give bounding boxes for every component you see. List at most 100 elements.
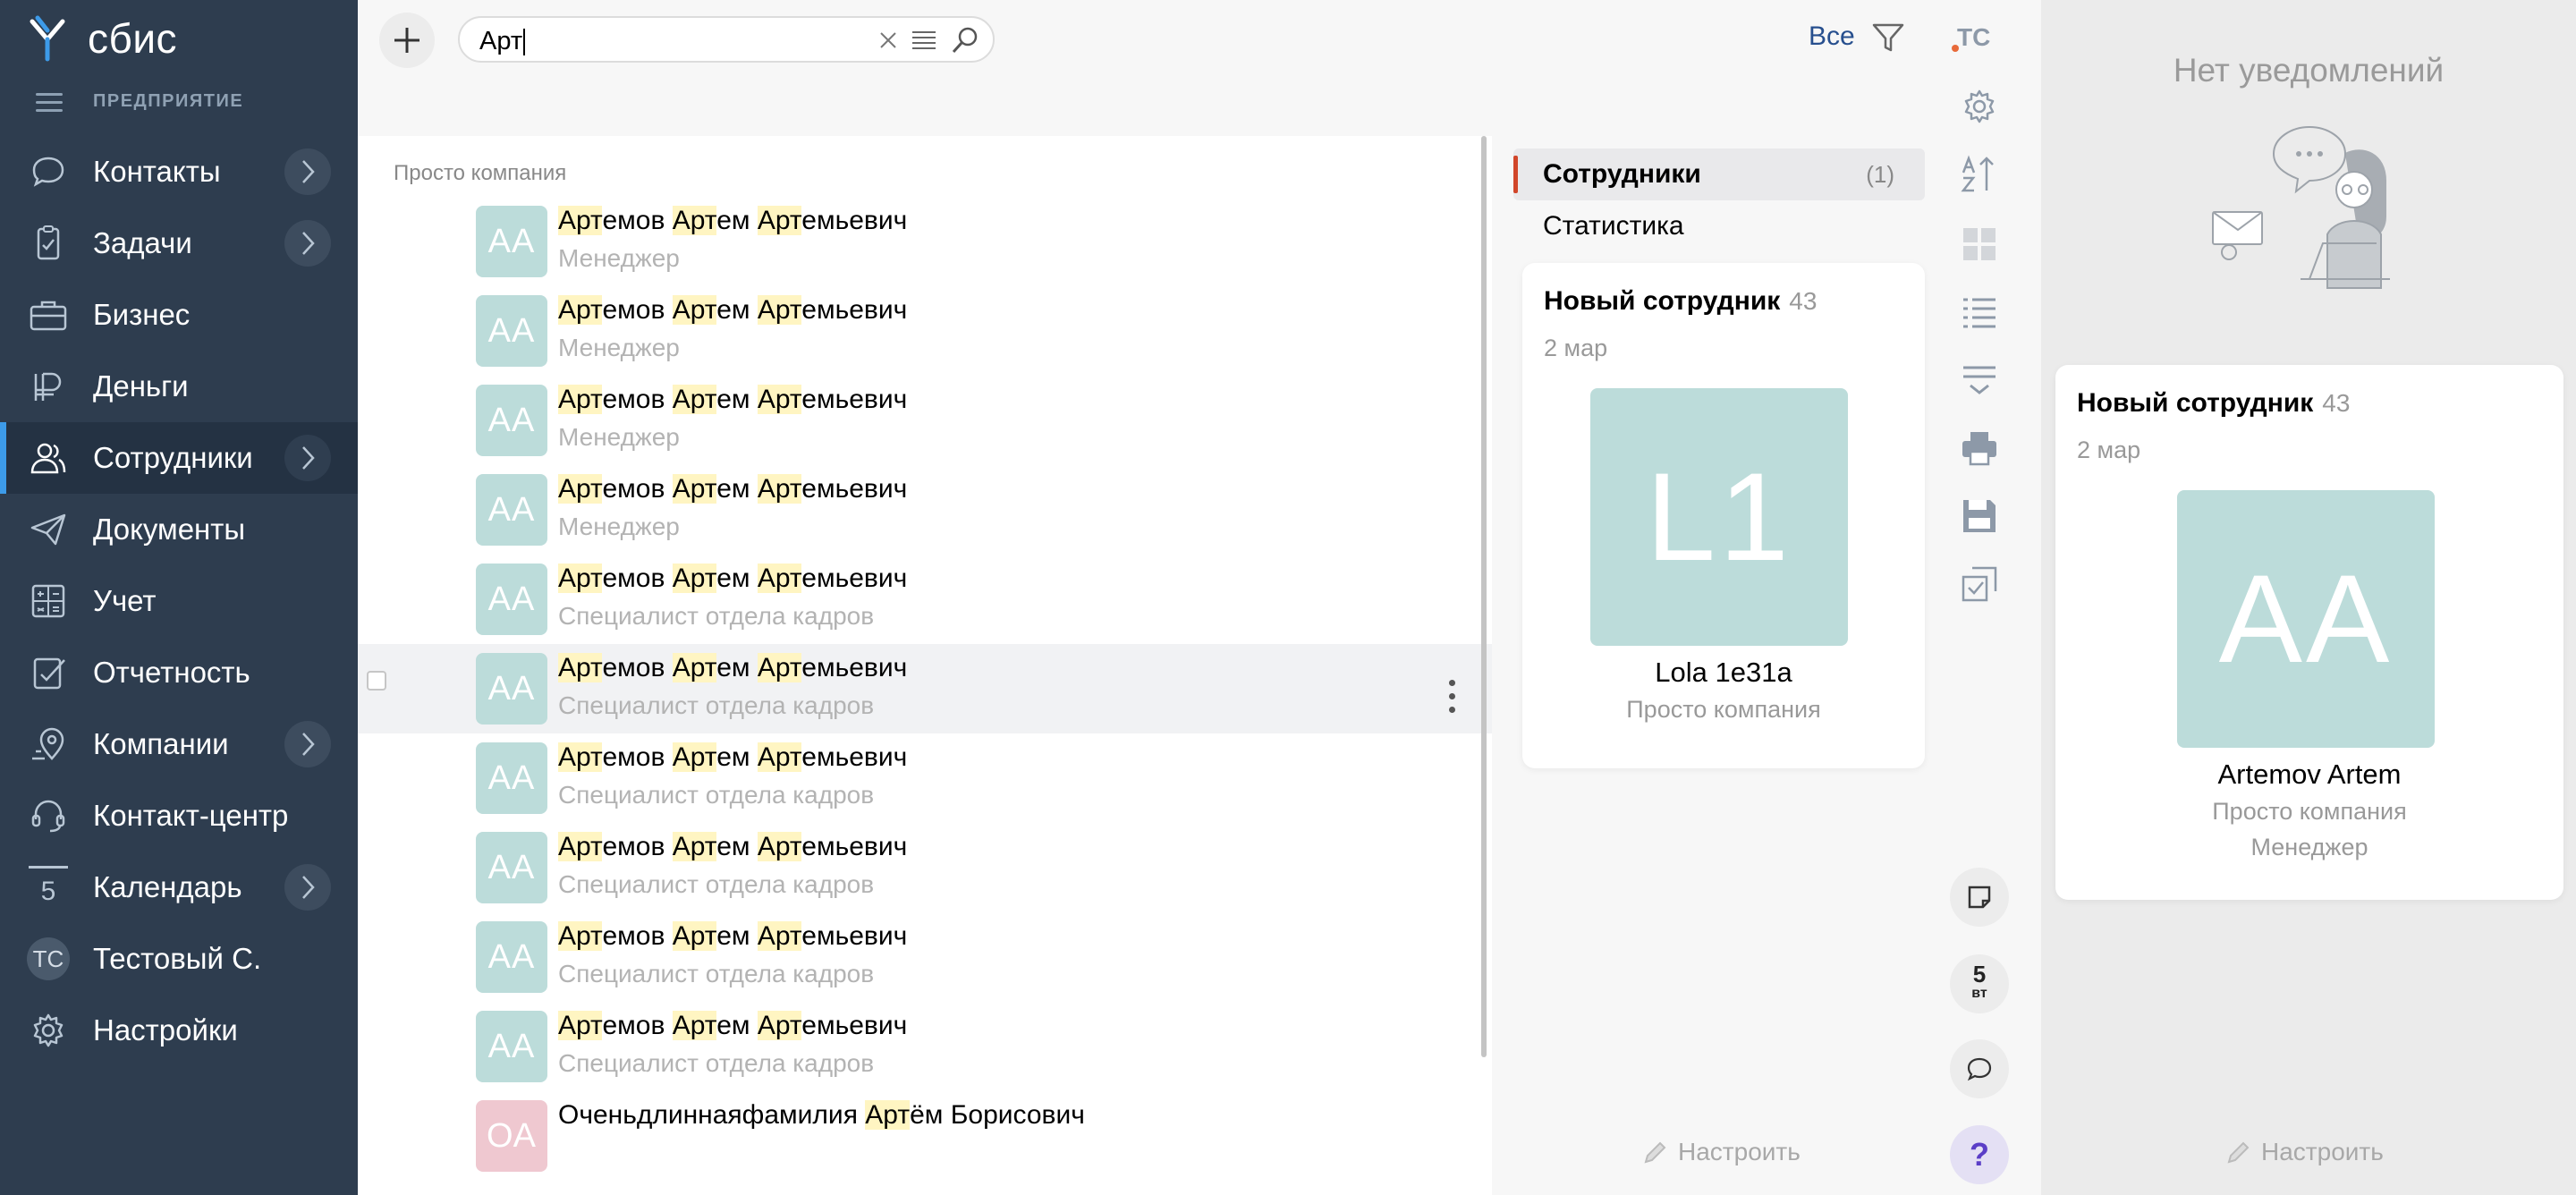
sidebar-item-profile[interactable]: ТС Тестовый С. <box>0 923 358 995</box>
chat-button[interactable] <box>1950 1039 2009 1098</box>
filter-icon[interactable] <box>1871 21 1905 54</box>
sidebar-item-contacts[interactable]: Контакты <box>0 136 358 208</box>
section-row: ПРЕДПРИЯТИЕ <box>0 82 358 123</box>
sidebar-item-label: Задачи <box>93 226 192 259</box>
logo[interactable]: сбис <box>25 13 177 64</box>
sbis-logo-icon <box>30 15 65 62</box>
tab-label: Сотрудники <box>1543 159 1701 189</box>
employee-photo: L1 <box>1590 388 1848 646</box>
table-row[interactable]: АА Артемов Артем Артемьевич Специалист отд… <box>358 555 1492 644</box>
avatar: АА <box>476 742 547 814</box>
filter-all-button[interactable]: Все <box>1809 21 1855 52</box>
sidebar-item-companies[interactable]: Компании <box>0 708 358 780</box>
chevron-right-icon[interactable] <box>284 435 331 481</box>
sidebar-item-settings[interactable]: Настройки <box>0 995 358 1066</box>
tiles-view-button[interactable] <box>1959 224 2000 265</box>
sidebar-item-label: Контакт-центр <box>93 799 289 832</box>
table-row[interactable]: ОА Оченьдлиннаяфамилия Артём Борисович <box>358 1091 1492 1181</box>
table-row[interactable]: АА Артемов Артем Артемьевич Специалист отд… <box>358 733 1492 823</box>
calendar-icon: 5 <box>29 866 68 907</box>
sidebar-item-business[interactable]: Бизнес <box>0 279 358 351</box>
scrollbar[interactable] <box>1481 136 1487 1057</box>
employee-name: Оченьдлиннаяфамилия Артём Борисович <box>558 1100 1085 1130</box>
sidebar-item-reporting[interactable]: Отчетность <box>0 637 358 708</box>
sidebar-item-employees[interactable]: Сотрудники <box>0 422 358 494</box>
sidebar-item-label: Бизнес <box>93 298 191 331</box>
avatar: ОА <box>476 1100 547 1172</box>
sidebar-item-tasks[interactable]: Задачи <box>0 208 358 279</box>
help-button[interactable]: ? <box>1950 1125 2009 1184</box>
employee-name: Артемов Артем Артемьевич <box>558 474 908 504</box>
sidebar-item-money[interactable]: Деньги <box>0 351 358 422</box>
avatar: АА <box>476 921 547 993</box>
employee-position: Менеджер <box>558 423 680 451</box>
sidebar-item-accounting[interactable]: Учет <box>0 565 358 637</box>
table-row[interactable]: АА Артемов Артем Артемьевич Менеджер <box>358 197 1492 286</box>
employee-position: Менеджер <box>558 334 680 361</box>
tab-label: Статистика <box>1543 211 1684 241</box>
settings-button[interactable] <box>1959 86 2000 127</box>
note-icon <box>1968 886 1991 909</box>
calendar-day: 5 <box>1972 961 1987 987</box>
search-icon[interactable] <box>950 25 980 55</box>
save-button[interactable] <box>1959 496 2000 537</box>
clear-icon[interactable] <box>877 29 900 52</box>
list-icon <box>1963 298 1996 328</box>
notification-card[interactable]: Новый сотрудник 43 2 мар AA Artemov Artem… <box>2055 365 2563 900</box>
sidebar-item-documents[interactable]: Документы <box>0 494 358 565</box>
list-filter-icon[interactable] <box>911 29 937 52</box>
hamburger-icon[interactable] <box>36 93 63 117</box>
search-value[interactable]: Арт <box>479 27 525 56</box>
employee-position: Менеджер <box>2250 834 2368 860</box>
avatar: ТС <box>27 937 70 980</box>
print-button[interactable] <box>1959 428 2000 469</box>
sort-button[interactable] <box>1959 154 2000 195</box>
sidebar-nav: Контакты Задачи Бизнес Деньги Сотрудники… <box>0 136 358 1066</box>
calculator-icon <box>29 583 68 619</box>
avatar: АА <box>476 653 547 725</box>
tab-employees[interactable]: Сотрудники (1) <box>1513 148 1925 200</box>
chevron-right-icon[interactable] <box>284 721 331 767</box>
table-row[interactable]: АА Артемов Артем Артемьевич Менеджер <box>358 286 1492 376</box>
tabs: Сотрудники (1) Статистика <box>1513 148 1925 252</box>
collapse-button[interactable] <box>1959 360 2000 401</box>
list-view-button[interactable] <box>1959 292 2000 333</box>
sidebar-item-label: Учет <box>93 584 157 617</box>
add-button[interactable] <box>379 13 435 68</box>
tab-statistics[interactable]: Статистика <box>1513 200 1925 252</box>
notes-button[interactable] <box>1950 868 2009 927</box>
employee-company: Просто компания <box>2212 798 2407 825</box>
table-row[interactable]: АА Артемов Артем Артемьевич Менеджер <box>358 465 1492 555</box>
new-employee-card[interactable]: Новый сотрудник 43 2 мар L1 Lola 1e31a Пр… <box>1522 263 1925 768</box>
user-initials[interactable]: ТС <box>1951 23 1990 52</box>
avatar: АА <box>476 1011 547 1082</box>
configure-label: Настроить <box>1678 1138 1801 1165</box>
mass-select-button[interactable] <box>1959 564 2000 605</box>
pencil-icon <box>1644 1141 1666 1164</box>
row-checkbox[interactable] <box>367 671 386 691</box>
sidebar-item-label: Сотрудники <box>93 441 253 474</box>
chevron-right-icon[interactable] <box>284 220 331 267</box>
avatar: АА <box>476 564 547 635</box>
calendar-button[interactable]: 5 вт <box>1950 954 2009 1013</box>
gear-icon <box>1964 89 1995 123</box>
search-input[interactable]: Арт <box>458 16 995 63</box>
map-pin-icon <box>29 726 68 762</box>
sidebar-item-label: Настройки <box>93 1013 238 1047</box>
more-menu-icon[interactable] <box>1449 680 1456 719</box>
chevron-right-icon[interactable] <box>284 864 331 911</box>
configure-button[interactable]: Настроить <box>1642 1138 1801 1166</box>
notifications-configure-button[interactable]: Настроить <box>2225 1138 2384 1166</box>
table-row[interactable]: АА Артемов Артем Артемьевич Специалист отд… <box>358 912 1492 1002</box>
sidebar-item-label: Документы <box>93 513 246 546</box>
group-title: Просто компания <box>394 161 567 185</box>
table-row[interactable]: АА Артемов Артем Артемьевич Специалист отд… <box>358 823 1492 912</box>
sidebar-item-contact-center[interactable]: Контакт-центр <box>0 780 358 852</box>
chevron-right-icon[interactable] <box>284 148 331 195</box>
sidebar-item-calendar[interactable]: 5 Календарь <box>0 852 358 923</box>
table-row[interactable]: АА Артемов Артем Артемьевич Специалист отд… <box>358 644 1492 733</box>
table-row[interactable]: АА Артемов Артем Артемьевич Менеджер <box>358 376 1492 465</box>
employee-name: Артемов Артем Артемьевич <box>558 921 908 951</box>
table-row[interactable]: АА Артемов Артем Артемьевич Специалист отд… <box>358 1002 1492 1091</box>
employee-name: Артемов Артем Артемьевич <box>558 564 908 593</box>
